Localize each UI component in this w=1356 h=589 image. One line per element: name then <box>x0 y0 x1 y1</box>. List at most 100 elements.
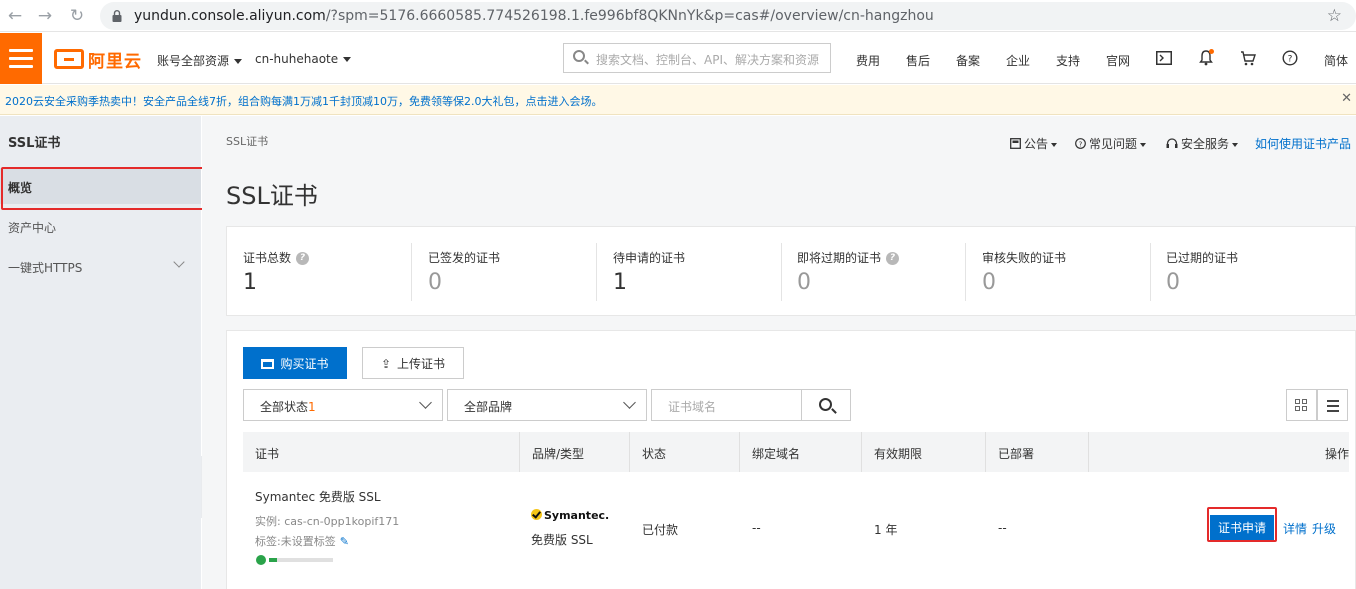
notification-dot <box>1209 49 1214 54</box>
buy-certificate-button[interactable]: 购买证书 <box>243 347 347 379</box>
cert-deployed: -- <box>998 521 1007 535</box>
breadcrumb[interactable]: SSL证书 <box>226 133 268 149</box>
col-deployed: 已部署 <box>986 432 1089 472</box>
caret-down-icon <box>1232 142 1239 147</box>
col-actions: 操作 <box>1324 447 1349 461</box>
edit-icon[interactable]: ✎ <box>340 535 350 548</box>
sidebar-item-https[interactable]: 一键式HTTPS <box>0 248 201 284</box>
stat-expired: 已过期的证书 0 <box>1166 251 1239 295</box>
symantec-logo: Symantec. <box>531 509 609 522</box>
caret-down-icon <box>1051 142 1058 147</box>
security-service-dropdown[interactable]: 安全服务 <box>1166 135 1239 152</box>
list-icon <box>1327 400 1339 415</box>
cert-validity: 1 年 <box>874 523 898 537</box>
stat-failed: 审核失败的证书 0 <box>966 227 1151 317</box>
menu-icon[interactable] <box>0 33 42 84</box>
chevron-down-icon <box>419 396 432 409</box>
browser-toolbar: ← → ↻ yundun.console.aliyun.com/?spm=517… <box>0 0 1356 32</box>
reload-icon[interactable]: ↻ <box>67 6 87 26</box>
col-validity: 有效期限 <box>862 432 986 472</box>
stat-issued: 已签发的证书 0 <box>412 227 597 317</box>
cert-domain: -- <box>752 521 761 535</box>
stat-expiring: 即将过期的证书? 0 <box>781 227 966 317</box>
account-scope-dropdown[interactable]: 账号全部资源 <box>157 52 243 69</box>
aliyun-logo[interactable]: 阿里云 <box>54 47 142 72</box>
nav-link-aftersales[interactable]: 售后 <box>906 52 930 69</box>
close-icon[interactable]: ✕ <box>1341 91 1352 106</box>
symantec-check-icon <box>531 509 542 520</box>
search-icon <box>819 398 832 411</box>
global-search-input[interactable]: 搜索文档、控制台、API、解决方案和资源 <box>563 43 831 73</box>
announcement-icon <box>1010 138 1021 149</box>
col-status: 状态 <box>630 432 740 472</box>
upload-icon: ⇪ <box>380 356 392 371</box>
stats-panel: 证书总数? 1 已签发的证书 0 待申请的证书 1 即将过期的证书? 0 审核失… <box>226 226 1356 316</box>
grid-icon <box>1295 399 1308 412</box>
lock-icon <box>112 10 122 22</box>
help-circle-icon: ? <box>1075 138 1086 149</box>
brand-filter-select[interactable]: 全部品牌 <box>447 389 647 421</box>
cert-name: Symantec 免费版 SSL <box>255 490 381 504</box>
grid-view-button[interactable] <box>1286 389 1317 421</box>
terminal-icon[interactable] <box>1154 48 1174 68</box>
detail-link[interactable]: 详情 <box>1283 520 1307 537</box>
svg-text:?: ? <box>1288 55 1293 65</box>
url-text: yundun.console.aliyun.com/?spm=5176.6660… <box>134 8 934 24</box>
back-arrow-icon[interactable]: ← <box>5 6 25 26</box>
region-dropdown[interactable]: cn-huhehaote <box>255 52 352 66</box>
chevron-down-icon <box>623 396 636 409</box>
svg-text:?: ? <box>1079 140 1083 148</box>
col-domain: 绑定域名 <box>740 432 862 472</box>
promo-link[interactable]: 2020云安全采购季热卖中！安全产品全线7折，组合购每满1万减1千封顶减10万，… <box>5 93 602 109</box>
upload-certificate-button[interactable]: ⇪ 上传证书 <box>362 347 464 379</box>
sidebar-item-assets[interactable]: 资产中心 <box>0 208 201 244</box>
howto-link[interactable]: 如何使用证书产品 <box>1255 135 1351 152</box>
cert-tags: 标签:未设置标签 ✎ <box>255 535 350 548</box>
col-brand: 品牌/类型 <box>520 432 630 472</box>
cert-status: 已付款 <box>642 523 679 537</box>
address-bar[interactable]: yundun.console.aliyun.com/?spm=5176.6660… <box>100 2 1356 30</box>
col-certificate: 证书 <box>243 432 520 472</box>
faq-dropdown[interactable]: ? 常见问题 <box>1075 135 1147 152</box>
aliyun-logo-icon <box>54 49 84 69</box>
chevron-down-icon <box>173 256 185 268</box>
sidebar-title: SSL证书 <box>8 136 61 151</box>
security-level-bar <box>269 558 333 562</box>
certificate-panel: 购买证书 ⇪ 上传证书 全部状态1 全部品牌 证书域名 证书 品牌/类型 状态 绑… <box>226 330 1356 589</box>
question-icon[interactable]: ? <box>296 252 310 265</box>
search-icon <box>573 50 585 62</box>
status-filter-select[interactable]: 全部状态1 <box>243 389 443 421</box>
announcement-dropdown[interactable]: 公告 <box>1010 135 1058 152</box>
highlight-box <box>1207 507 1277 542</box>
stat-total: 证书总数? 1 <box>227 227 412 317</box>
page-title: SSL证书 <box>226 182 318 210</box>
upgrade-link[interactable]: 升级 <box>1312 520 1336 537</box>
security-shield-icon <box>256 555 266 565</box>
main-content: SSL证书 SSL证书 公告 ? 常见问题 安全服务 如何使用证书产品 证书总数?… <box>202 116 1356 589</box>
nav-link-billing[interactable]: 费用 <box>856 52 880 69</box>
question-icon[interactable]: ? <box>886 252 900 265</box>
help-circle-icon[interactable]: ? <box>1280 48 1300 68</box>
cart-icon <box>261 358 275 369</box>
forward-arrow-icon[interactable]: → <box>35 6 55 26</box>
bookmark-star-icon[interactable]: ☆ <box>1327 6 1342 26</box>
top-navigation: 阿里云 账号全部资源 cn-huhehaote 搜索文档、控制台、API、解决方… <box>0 33 1356 84</box>
headset-icon <box>1166 138 1178 148</box>
promo-banner: 2020云安全采购季热卖中！安全产品全线7折，组合购每满1万减1千封顶减10万，… <box>0 85 1356 115</box>
caret-down-icon <box>343 57 352 62</box>
nav-link-support[interactable]: 支持 <box>1056 52 1080 69</box>
search-button[interactable] <box>801 389 851 421</box>
brand-type: 免费版 SSL <box>531 533 593 547</box>
nav-link-official-site[interactable]: 官网 <box>1106 52 1130 69</box>
list-view-button[interactable] <box>1317 389 1348 421</box>
bell-icon[interactable] <box>1196 48 1216 68</box>
cart-icon[interactable] <box>1238 48 1258 68</box>
domain-search-input[interactable]: 证书域名 <box>651 389 802 421</box>
caret-down-icon <box>1140 142 1147 147</box>
nav-link-enterprise[interactable]: 企业 <box>1006 52 1030 69</box>
nav-link-filing[interactable]: 备案 <box>956 52 980 69</box>
language-switch[interactable]: 简体 <box>1324 52 1348 69</box>
security-level-fill <box>269 558 277 562</box>
table-header: 证书 品牌/类型 状态 绑定域名 有效期限 已部署 操作 <box>243 432 1349 472</box>
stat-pending: 待申请的证书 1 <box>597 227 782 317</box>
